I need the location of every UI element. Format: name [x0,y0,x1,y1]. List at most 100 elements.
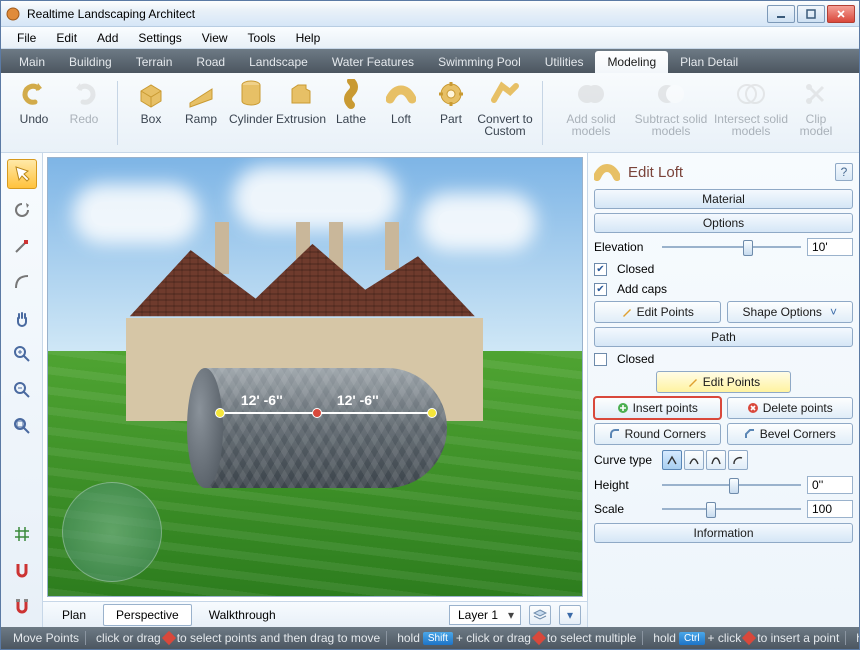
elevation-slider[interactable] [662,239,801,255]
scale-value[interactable]: 100 [807,500,853,518]
material-section[interactable]: Material [594,189,853,209]
menubar: File Edit Add Settings View Tools Help [1,27,859,49]
titlebar: Realtime Landscaping Architect [1,1,859,27]
extrusion-button[interactable]: Extrusion [276,77,326,145]
loft-button[interactable]: Loft [376,77,426,145]
status-mode: Move Points [7,631,86,645]
left-toolbar [1,153,43,627]
add-solid-icon [574,77,608,111]
path-section[interactable]: Path [594,327,853,347]
view-tabs: Plan Perspective Walkthrough Layer 1 ▾ [43,601,587,627]
closed-checkbox[interactable]: ✔ [594,263,607,276]
menu-tools[interactable]: Tools [238,29,286,47]
elevation-value[interactable]: 10' [807,238,853,256]
scale-slider[interactable] [662,501,801,517]
curve-smooth-icon[interactable] [684,450,704,470]
convert-icon [488,77,522,111]
menu-add[interactable]: Add [87,29,128,47]
magnet-tool[interactable] [7,591,37,621]
menu-view[interactable]: View [192,29,238,47]
addcaps-checkbox[interactable]: ✔ [594,283,607,296]
nav-disc[interactable] [62,482,162,582]
tab-plandetail[interactable]: Plan Detail [668,51,750,73]
extrusion-icon [284,77,318,111]
curve-bezier-icon[interactable] [706,450,726,470]
box-button[interactable]: Box [126,77,176,145]
curve-sharp-icon[interactable] [662,450,682,470]
clip-button: Clip model [791,77,841,145]
intersect-solid-button: Intersect solid models [711,77,791,145]
menu-help[interactable]: Help [286,29,331,47]
minimize-button[interactable] [767,5,795,23]
point-icon [742,631,756,645]
close-button[interactable] [827,5,855,23]
tab-building[interactable]: Building [57,51,124,73]
insert-points-button[interactable]: Insert points [594,397,721,419]
layers-button[interactable] [529,605,551,625]
dim-b: 12' -6'' [337,392,379,408]
point-icon [532,631,546,645]
information-section[interactable]: Information [594,523,853,543]
tab-road[interactable]: Road [184,51,237,73]
pan-tool[interactable] [7,303,37,333]
help-button[interactable]: ? [835,163,853,181]
tab-pool[interactable]: Swimming Pool [426,51,533,73]
snap-tool[interactable] [7,555,37,585]
move-point-tool[interactable] [7,231,37,261]
bevel-corners-button[interactable]: Bevel Corners [727,423,854,445]
edit-points-button[interactable]: Edit Points [594,301,721,323]
menu-file[interactable]: File [7,29,46,47]
convert-button[interactable]: Convert to Custom [476,77,534,145]
layer-select[interactable]: Layer 1 [449,605,521,625]
viewport-3d[interactable]: 12' -6'' 12' -6'' [47,157,583,597]
tabbar: Main Building Terrain Road Landscape Wat… [1,49,859,73]
add-solid-button: Add solid models [551,77,631,145]
viewtab-plan[interactable]: Plan [49,604,99,626]
viewtab-walkthrough[interactable]: Walkthrough [196,604,289,626]
zoom-out-tool[interactable] [7,375,37,405]
tab-utilities[interactable]: Utilities [533,51,596,73]
tab-terrain[interactable]: Terrain [124,51,185,73]
viewtab-perspective[interactable]: Perspective [103,604,192,626]
cylinder-button[interactable]: Cylinder [226,77,276,145]
elevation-label: Elevation [594,240,656,254]
select-tool[interactable] [7,159,37,189]
rotate-tool[interactable] [7,195,37,225]
path-closed-checkbox[interactable] [594,353,607,366]
tab-main[interactable]: Main [7,51,57,73]
tab-landscape[interactable]: Landscape [237,51,320,73]
menu-edit[interactable]: Edit [46,29,87,47]
layer-dropdown[interactable]: ▾ [559,605,581,625]
dim-a: 12' -6'' [241,392,283,408]
delete-points-button[interactable]: Delete points [727,397,854,419]
path-edit-points-button[interactable]: Edit Points [656,371,791,393]
zoom-fit-tool[interactable] [7,411,37,441]
height-label: Height [594,478,656,492]
options-section[interactable]: Options [594,213,853,233]
height-value[interactable]: 0'' [807,476,853,494]
undo-icon [17,77,51,111]
loft-icon [384,77,418,111]
tab-modeling[interactable]: Modeling [595,51,668,73]
zoom-in-tool[interactable] [7,339,37,369]
subtract-solid-icon [654,77,688,111]
grid-tool[interactable] [7,519,37,549]
tab-water[interactable]: Water Features [320,51,426,73]
lathe-button[interactable]: Lathe [326,77,376,145]
statusbar: Move Points click or dragto select point… [1,627,859,649]
part-button[interactable]: Part [426,77,476,145]
menu-settings[interactable]: Settings [128,29,191,47]
cylinder-icon [234,77,268,111]
shape-options-button[interactable]: Shape Options˅ [727,301,854,323]
subtract-solid-button: Subtract solid models [631,77,711,145]
redo-button[interactable]: Redo [59,77,109,145]
loft-object[interactable]: 12' -6'' 12' -6'' [187,368,447,488]
height-slider[interactable] [662,477,801,493]
ramp-button[interactable]: Ramp [176,77,226,145]
app-icon [5,6,21,22]
round-corners-button[interactable]: Round Corners [594,423,721,445]
curve-arc-icon[interactable] [728,450,748,470]
undo-button[interactable]: Undo [9,77,59,145]
curve-tool[interactable] [7,267,37,297]
maximize-button[interactable] [797,5,825,23]
